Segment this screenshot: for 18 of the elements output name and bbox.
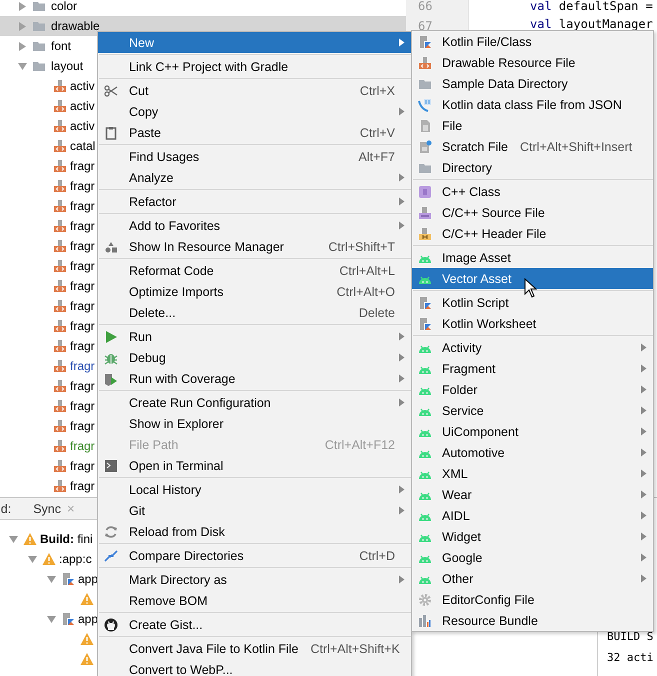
line-number: 66 xyxy=(417,0,434,15)
shortcut-label: Delete xyxy=(358,306,395,320)
shortcut-label: Ctrl+Alt+Shift+K xyxy=(310,642,400,656)
shortcut-label: Ctrl+Alt+Shift+Insert xyxy=(520,140,632,154)
shortcut-label: Ctrl+Shift+T xyxy=(328,240,395,254)
tab-label: ld: xyxy=(0,502,12,516)
console-line: 32 acti xyxy=(607,651,654,666)
shortcut-label: Ctrl+Alt+F12 xyxy=(324,438,395,452)
shortcut-label: Alt+F7 xyxy=(358,150,395,164)
shortcut-label: Ctrl+Alt+L xyxy=(339,264,395,278)
code-line: val layoutManager xyxy=(530,16,654,33)
shortcut-label: Ctrl+D xyxy=(359,548,395,562)
shortcut-label: Ctrl+X xyxy=(360,84,395,98)
console-line: BUILD S xyxy=(607,630,654,645)
shortcut-label: Ctrl+Alt+O xyxy=(336,284,395,298)
line-number: 67 xyxy=(417,18,434,35)
shortcut-label: Ctrl+V xyxy=(360,126,395,140)
code-line: val defaultSpan = xyxy=(530,0,654,15)
